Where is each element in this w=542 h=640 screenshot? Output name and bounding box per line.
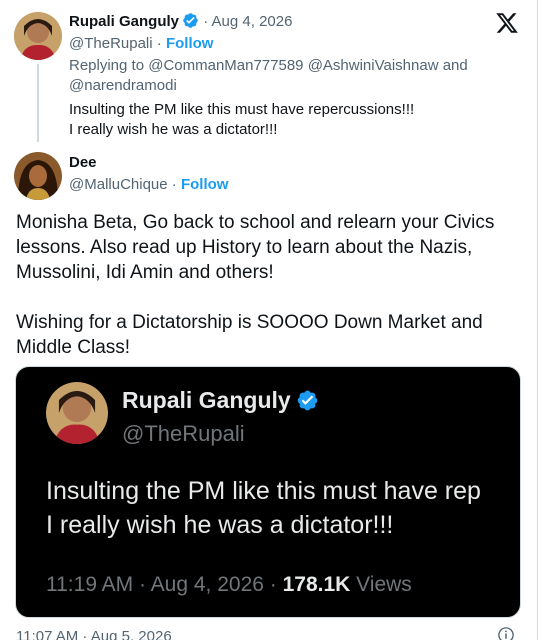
- tweet-text-line: Insulting the PM like this must have rep…: [69, 101, 415, 118]
- avatar[interactable]: [14, 152, 62, 200]
- tweet-date[interactable]: Aug 4, 2026: [212, 13, 293, 30]
- verified-badge-icon: [297, 390, 318, 411]
- info-icon[interactable]: [497, 626, 515, 640]
- thread-connector: [37, 64, 39, 142]
- separator: ·: [156, 35, 162, 52]
- embedded-tweet-meta: 11:19 AM · Aug 4, 2026 · 178.1K Views: [46, 573, 412, 597]
- avatar: [46, 382, 108, 444]
- separator: ·: [203, 13, 209, 30]
- author-handle[interactable]: @MalluChique: [69, 176, 168, 193]
- separator: ·: [171, 176, 177, 193]
- tweet-text-line: I really wish he was a dictator!!!: [46, 511, 394, 539]
- embedded-tweet-text: Insulting the PM like this must have rep…: [46, 474, 481, 542]
- main-tweet-header: Dee @MalluChique · Follow: [14, 152, 494, 202]
- follow-button[interactable]: Follow: [181, 176, 229, 193]
- tweet-embed-card: Rupali Ganguly · Aug 4, 2026 @TheRupali …: [0, 0, 538, 640]
- x-logo-icon[interactable]: [495, 11, 519, 35]
- author-handle: @TheRupali: [122, 421, 245, 446]
- tweet-paragraph: Wishing for a Dictatorship is SOOOO Down…: [16, 312, 483, 358]
- author-handle[interactable]: @TheRupali: [69, 35, 153, 52]
- embedded-screenshot-image[interactable]: Rupali Ganguly @TheRupali Insulting the …: [15, 366, 521, 618]
- author-name[interactable]: Rupali Ganguly: [69, 13, 179, 30]
- embedded-time: 11:19 AM · Aug 4, 2026 ·: [46, 573, 283, 596]
- tweet-paragraph: Monisha Beta, Go back to school and rele…: [16, 212, 495, 283]
- views-count: 178.1K: [282, 573, 351, 596]
- tweet-text-line: I really wish he was a dictator!!!: [69, 121, 278, 138]
- author-name[interactable]: Dee: [69, 154, 97, 171]
- parent-tweet-text: Insulting the PM like this must have rep…: [69, 100, 414, 140]
- avatar[interactable]: [14, 12, 62, 60]
- follow-button[interactable]: Follow: [166, 35, 214, 52]
- views-label: Views: [350, 573, 412, 596]
- replying-to: Replying to @CommanMan777589 @AshwiniVai…: [69, 57, 468, 94]
- verified-badge-icon: [183, 13, 198, 28]
- author-name: Rupali Ganguly: [122, 387, 291, 413]
- main-tweet-text: Monisha Beta, Go back to school and rele…: [16, 210, 526, 360]
- tweet-text-line: Insulting the PM like this must have rep: [46, 477, 481, 505]
- tweet-timestamp[interactable]: 11:07 AM · Aug 5, 2026: [16, 628, 172, 640]
